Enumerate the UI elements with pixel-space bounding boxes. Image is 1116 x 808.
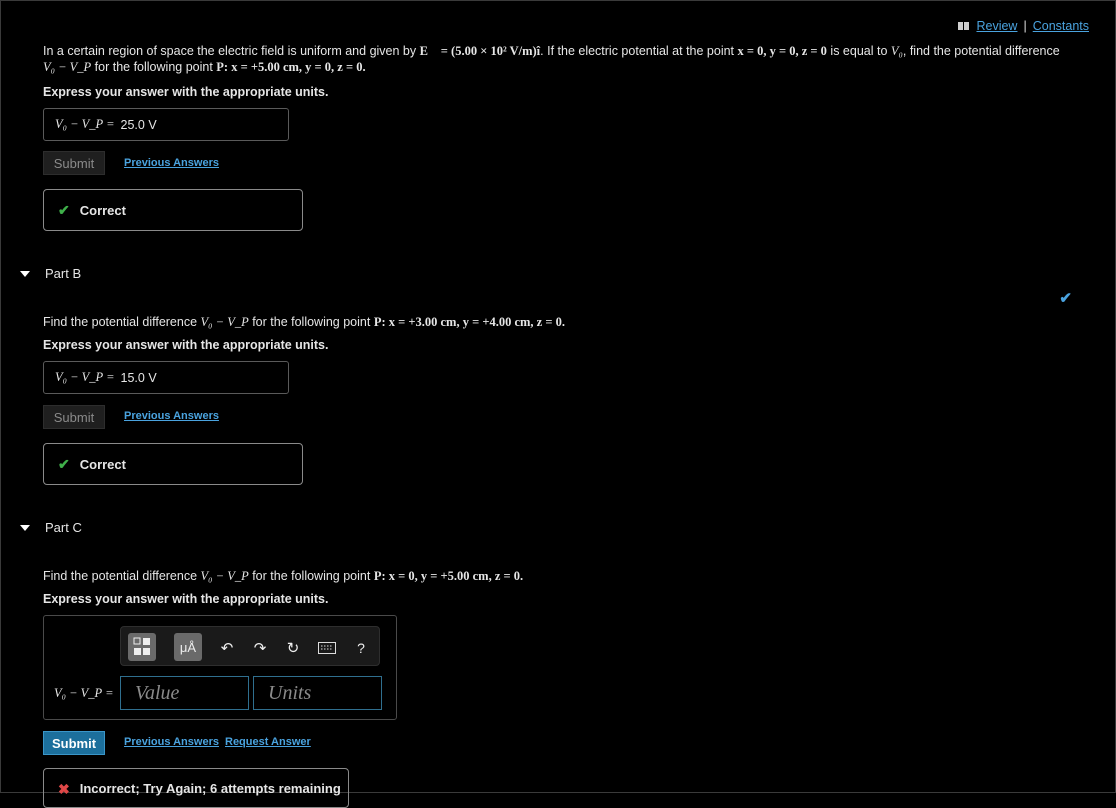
partB-title: Part B <box>45 266 82 281</box>
partC-answer-editor: μÅ ↶ ↷ ↻ ? V₀ − V_P = Value Units <box>43 615 397 720</box>
check-icon: ✔ <box>58 201 70 218</box>
partB-question-text: for the following point <box>252 315 371 329</box>
x-icon: ✖ <box>58 781 70 797</box>
partC-question-text: for the following point <box>252 569 371 583</box>
partB-answer-box: V₀ − V_P = 15.0 V <box>43 361 289 394</box>
partA-question-text: for the following point <box>94 60 213 74</box>
units-button[interactable]: μÅ <box>174 633 202 661</box>
answer-lhs: V₀ − V_P = <box>55 370 115 384</box>
point-expression: P: x = +3.00 cm, y = +4.00 cm, z = 0. <box>373 315 565 329</box>
collapse-triangle-icon <box>20 270 30 277</box>
partA-previous-answers-link[interactable]: Previous Answers <box>124 157 219 169</box>
units-input[interactable]: Units <box>253 676 382 710</box>
partA-instruction: Express your answer with the appropriate… <box>43 85 329 99</box>
field-expression: E⃗ = (5.00 × 10² V/m)î <box>419 44 541 58</box>
partB-feedback: ✔ Correct <box>43 443 303 485</box>
collapse-triangle-icon <box>20 524 30 531</box>
help-button[interactable]: ? <box>350 637 372 659</box>
partC-submit-button[interactable]: Submit <box>43 731 105 755</box>
partB-header[interactable]: Part B <box>20 266 81 281</box>
partA-submit-button[interactable]: Submit <box>43 151 105 175</box>
partB-complete-check-icon: ✔ <box>1059 290 1072 307</box>
partA-question-text: In a certain region of space the electri… <box>43 44 417 58</box>
origin-expression: x = 0, y = 0, z = 0 <box>737 44 827 58</box>
reset-icon[interactable]: ↻ <box>282 637 304 659</box>
redo-icon[interactable]: ↷ <box>249 637 271 659</box>
partA-question-text: . If the electric potential at the point <box>540 44 735 58</box>
link-separator: | <box>1023 19 1027 33</box>
answer-lhs: V₀ − V_P = <box>54 686 114 700</box>
partC-question-text: Find the potential difference <box>43 569 198 583</box>
partA-feedback: ✔ Correct <box>43 189 303 231</box>
book-icon <box>958 22 970 30</box>
point-expression: P: x = 0, y = +5.00 cm, z = 0. <box>373 569 524 583</box>
partA-question-text: , find the potential difference <box>902 44 1060 58</box>
partB-instruction: Express your answer with the appropriate… <box>43 338 329 352</box>
header-links: Review | Constants <box>958 19 1089 33</box>
answer-lhs: V₀ − V_P = <box>55 117 115 131</box>
difference-expression: V₀ − V_P <box>43 60 92 74</box>
undo-icon[interactable]: ↶ <box>216 637 238 659</box>
partB-question: Find the potential difference V₀ − V_P f… <box>43 314 565 330</box>
value-input[interactable]: Value <box>120 676 249 710</box>
partC-instruction: Express your answer with the appropriate… <box>43 592 329 606</box>
feedback-text: Correct <box>79 202 126 218</box>
partB-previous-answers-link[interactable]: Previous Answers <box>124 410 219 422</box>
partA-question: In a certain region of space the electri… <box>43 43 1073 75</box>
request-answer-link[interactable]: Request Answer <box>225 736 311 748</box>
feedback-text: Incorrect; Try Again; 6 attempts remaini… <box>79 781 341 796</box>
partA-answer-box: V₀ − V_P = 25.0 V <box>43 108 289 141</box>
answer-value: 25.0 V <box>120 117 157 132</box>
keyboard-icon[interactable] <box>316 637 338 659</box>
keyboard-shape <box>318 642 336 654</box>
feedback-text: Correct <box>79 456 126 472</box>
partC-feedback: ✖ Incorrect; Try Again; 6 attempts remai… <box>43 768 349 808</box>
partA-question-text: is equal to <box>830 44 888 58</box>
math-toolbar: μÅ ↶ ↷ ↻ ? <box>120 626 380 666</box>
templates-icon <box>133 637 150 655</box>
review-link[interactable]: Review <box>976 19 1017 33</box>
difference-expression: V₀ − V_P <box>200 315 249 329</box>
check-icon: ✔ <box>58 455 70 472</box>
partB-question-text: Find the potential difference <box>43 315 198 329</box>
partC-title: Part C <box>45 520 82 535</box>
partC-header[interactable]: Part C <box>20 520 82 535</box>
partC-answer-lhs: V₀ − V_P = <box>54 686 114 701</box>
difference-expression: V₀ − V_P <box>200 569 249 583</box>
partC-question: Find the potential difference V₀ − V_P f… <box>43 568 523 584</box>
constants-link[interactable]: Constants <box>1033 19 1089 33</box>
templates-button[interactable] <box>128 633 156 661</box>
partB-submit-button[interactable]: Submit <box>43 405 105 429</box>
answer-value: 15.0 V <box>120 370 157 385</box>
partC-previous-answers-link[interactable]: Previous Answers <box>124 736 219 748</box>
point-expression: P: x = +5.00 cm, y = 0, z = 0. <box>216 60 366 74</box>
v0-symbol: V₀ <box>890 44 903 58</box>
